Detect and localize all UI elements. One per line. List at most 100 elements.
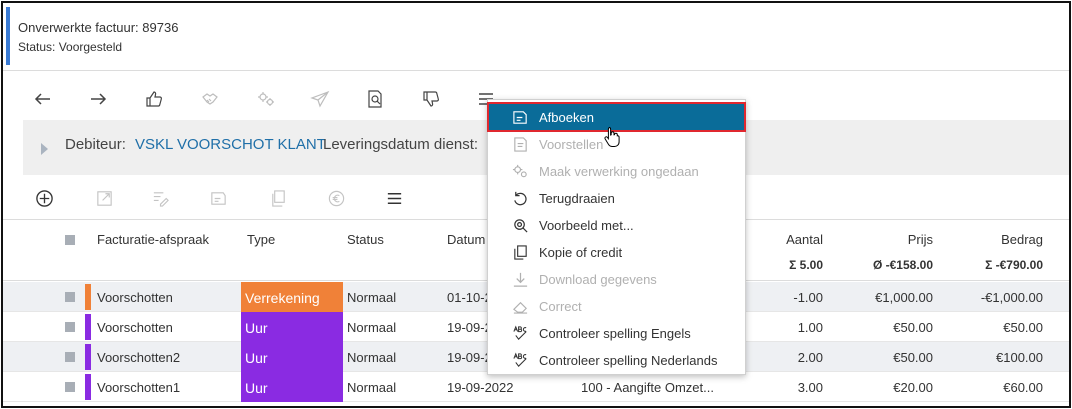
- col-status[interactable]: Status: [347, 232, 384, 247]
- eraser-icon: [511, 297, 529, 315]
- cell-price: €20.00: [893, 380, 933, 395]
- invoice-status: Status: Voorgesteld: [18, 40, 123, 54]
- menu-item-controleer-spelling-nederlands[interactable]: Controleer spelling Nederlands: [489, 347, 744, 373]
- invoice-title: Onverwerkte factuur: 89736: [18, 20, 179, 35]
- cell-date: 19-09-2: [447, 350, 492, 365]
- expand-chevron-icon[interactable]: [41, 143, 48, 155]
- col-date[interactable]: Datum: [447, 232, 485, 247]
- menu-item-label: Correct: [539, 298, 582, 314]
- cell-description: 100 - Aangifte Omzet...: [581, 380, 714, 395]
- menu-item-maak-verwerking-ongedaan: Maak verwerking ongedaan: [489, 158, 744, 184]
- cell-price: €50.00: [893, 350, 933, 365]
- arrow-left-icon[interactable]: [29, 85, 57, 113]
- header-accent-bar: [6, 7, 10, 65]
- row-checkbox[interactable]: [65, 322, 75, 332]
- menu-item-label: Terugdraaien: [539, 190, 615, 206]
- menu-item-terugdraaien[interactable]: Terugdraaien: [489, 185, 744, 211]
- menu-item-label: Voorbeeld met...: [539, 217, 634, 233]
- cell-type-badge: Verrekening: [241, 282, 343, 312]
- cell-date: 19-09-2022: [447, 380, 514, 395]
- table-menu-icon[interactable]: [381, 185, 407, 211]
- menu-item-correct: Correct: [489, 293, 744, 319]
- propose-icon: [511, 135, 529, 153]
- cell-price: €50.00: [893, 320, 933, 335]
- cell-quantity: 1.00: [797, 320, 823, 335]
- search-document-icon[interactable]: [361, 85, 389, 113]
- row-color-bar: [85, 374, 91, 400]
- cell-quantity: 2.00: [797, 350, 823, 365]
- invoice-header: Onverwerkte factuur: 89736 Status: Voorg…: [3, 3, 1069, 71]
- debtor-link[interactable]: VSKL VOORSCHOT KLANT: [135, 136, 326, 153]
- menu-item-voorbeeld-met[interactable]: Voorbeeld met...: [489, 212, 744, 238]
- cell-type-badge: Uur: [241, 342, 343, 372]
- hand-cursor-icon: [604, 127, 620, 147]
- row-color-bar: [85, 344, 91, 370]
- row-color-bar: [85, 314, 91, 340]
- app-window: Onverwerkte factuur: 89736 Status: Voorg…: [1, 1, 1071, 408]
- col-quantity[interactable]: Aantal: [743, 232, 823, 247]
- table-row[interactable]: Voorschotten1 Uur Normaal 19-09-2022 100…: [3, 372, 1069, 402]
- total-quantity: Σ 5.00: [789, 258, 823, 272]
- cell-agreement: Voorschotten: [97, 290, 173, 305]
- add-circle-icon[interactable]: [31, 185, 57, 211]
- menu-item-label: Download gegevens: [539, 271, 657, 287]
- undo-processing-icon: [511, 162, 529, 180]
- menu-item-label: Voorstellen: [539, 136, 604, 152]
- write-off-icon: [511, 108, 529, 126]
- cell-date: 19-09-2: [447, 320, 492, 335]
- col-agreement[interactable]: Facturatie-afspraak: [97, 232, 209, 247]
- thumbs-down-icon[interactable]: [417, 85, 445, 113]
- copy-row-icon: [265, 185, 291, 211]
- cell-quantity: 3.00: [797, 380, 823, 395]
- cell-date: 01-10-2: [447, 290, 492, 305]
- cell-status: Normaal: [347, 290, 397, 305]
- cell-type-badge: Uur: [241, 372, 343, 402]
- cell-agreement: Voorschotten1: [97, 380, 181, 395]
- cell-amount: €60.00: [1003, 380, 1043, 395]
- euro-icon: [323, 185, 349, 211]
- cell-status: Normaal: [347, 380, 397, 395]
- write-off-row-icon: [205, 185, 231, 211]
- menu-item-label: Maak verwerking ongedaan: [539, 163, 699, 179]
- cell-status: Normaal: [347, 350, 397, 365]
- cell-amount: -€1,000.00: [980, 290, 1043, 305]
- menu-item-controleer-spelling-engels[interactable]: Controleer spelling Engels: [489, 320, 744, 346]
- download-icon: [511, 270, 529, 288]
- arrow-right-icon[interactable]: [84, 85, 112, 113]
- debtor-label: Debiteur:: [65, 136, 126, 153]
- row-checkbox[interactable]: [65, 382, 75, 392]
- menu-item-label: Kopie of credit: [539, 244, 623, 260]
- open-external-icon: [91, 185, 117, 211]
- thumbs-up-icon[interactable]: [140, 85, 168, 113]
- col-price[interactable]: Prijs: [843, 232, 933, 247]
- menu-item-label: Controleer spelling Engels: [539, 325, 691, 341]
- menu-item-kopie-of-credit[interactable]: Kopie of credit: [489, 239, 744, 265]
- cell-amount: €50.00: [1003, 320, 1043, 335]
- cell-agreement: Voorschotten2: [97, 350, 181, 365]
- handshake-icon: [196, 85, 224, 113]
- edit-lines-icon: [147, 185, 173, 211]
- preview-icon: [511, 216, 529, 234]
- spellcheck-en-icon: [511, 324, 529, 342]
- rollback-icon: [511, 189, 529, 207]
- cell-type-badge: Uur: [241, 312, 343, 342]
- col-type[interactable]: Type: [247, 232, 275, 247]
- cell-agreement: Voorschotten: [97, 320, 173, 335]
- send-icon: [306, 85, 334, 113]
- delivery-date-label: Leveringsdatum dienst:: [323, 136, 479, 153]
- spellcheck-nl-icon: [511, 351, 529, 369]
- row-checkbox[interactable]: [65, 292, 75, 302]
- cell-quantity: -1.00: [793, 290, 823, 305]
- average-price: Ø -€158.00: [872, 258, 933, 272]
- select-all-checkbox[interactable]: [65, 235, 75, 245]
- copy-icon: [511, 243, 529, 261]
- gears-icon: [252, 85, 280, 113]
- total-amount: Σ -€790.00: [985, 258, 1043, 272]
- cell-price: €1,000.00: [875, 290, 933, 305]
- col-amount[interactable]: Bedrag: [943, 232, 1043, 247]
- menu-item-download-gegevens: Download gegevens: [489, 266, 744, 292]
- menu-item-label: Afboeken: [539, 109, 594, 125]
- cell-amount: €100.00: [996, 350, 1043, 365]
- menu-item-label: Controleer spelling Nederlands: [539, 352, 718, 368]
- row-checkbox[interactable]: [65, 352, 75, 362]
